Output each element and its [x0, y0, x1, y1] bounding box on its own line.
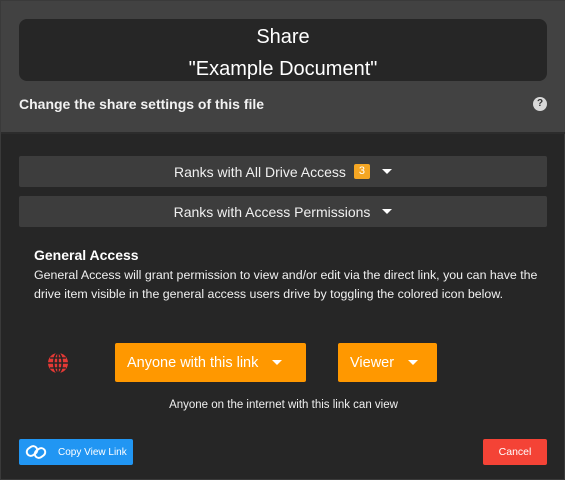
- access-role-value: Viewer: [350, 354, 395, 371]
- drive-access-toggle[interactable]: Ranks with All Drive Access 3: [19, 156, 547, 187]
- copy-view-link-button[interactable]: Copy View Link: [19, 439, 133, 465]
- general-access-title: General Access: [34, 247, 139, 263]
- drive-access-count-badge: 3: [353, 164, 371, 179]
- chevron-down-icon: [382, 169, 393, 174]
- access-role-dropdown[interactable]: Viewer: [338, 343, 437, 382]
- access-scope-dropdown[interactable]: Anyone with this link: [115, 343, 306, 382]
- cancel-button[interactable]: Cancel: [483, 439, 547, 465]
- chevron-down-icon: [272, 360, 283, 365]
- share-dialog: Share "Example Document" Change the shar…: [0, 0, 565, 480]
- drive-access-label: Ranks with All Drive Access: [173, 163, 346, 180]
- chevron-down-icon: [382, 209, 393, 214]
- globe-icon[interactable]: [46, 351, 70, 375]
- copy-view-link-label: Copy View Link: [58, 446, 127, 458]
- help-icon[interactable]: ?: [533, 97, 547, 111]
- link-icon: [25, 445, 47, 459]
- access-permissions-label: Ranks with Access Permissions: [173, 203, 371, 220]
- document-name: "Example Document": [188, 58, 378, 80]
- dialog-header: Share "Example Document" Change the shar…: [1, 1, 565, 134]
- access-note: Anyone on the internet with this link ca…: [169, 399, 398, 411]
- chevron-down-icon: [408, 360, 419, 365]
- title-box: Share "Example Document": [19, 19, 547, 81]
- dialog-subtitle: Change the share settings of this file: [19, 96, 265, 112]
- general-access-description: General Access will grant permission to …: [34, 268, 538, 301]
- access-permissions-toggle[interactable]: Ranks with Access Permissions: [19, 196, 547, 227]
- dialog-title: Share: [256, 26, 310, 48]
- access-scope-value: Anyone with this link: [127, 354, 259, 371]
